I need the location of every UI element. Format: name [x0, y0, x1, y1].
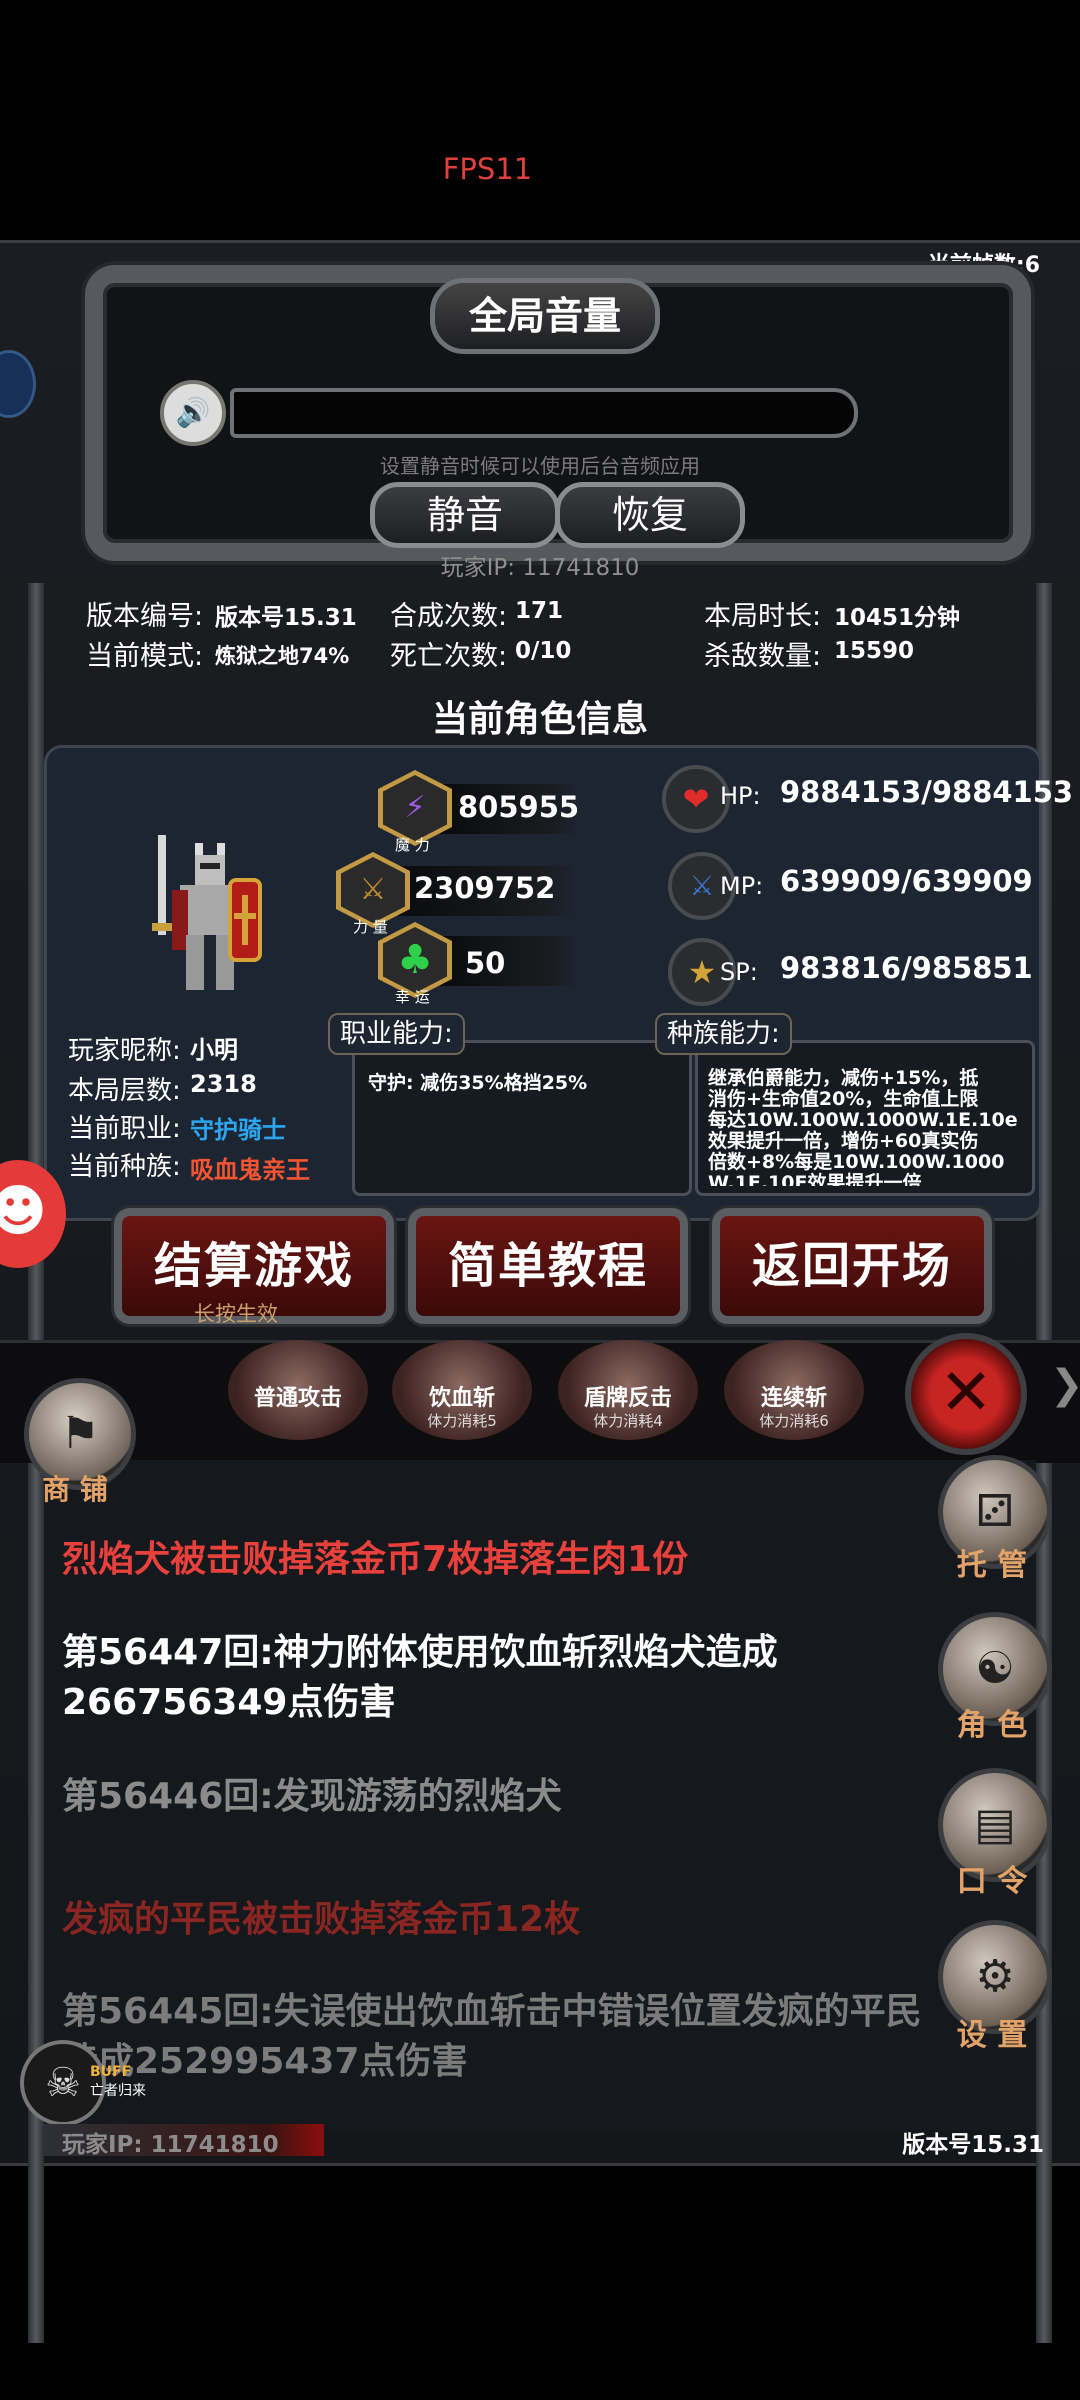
version-value: 版本号15.31	[215, 605, 357, 631]
log-entry: 第56446回:发现游荡的烈焰犬	[62, 1776, 562, 1817]
kills-value: 15590	[834, 638, 915, 664]
magic-value: 805955	[458, 790, 580, 824]
race-value: 吸血鬼亲王	[190, 1156, 310, 1184]
luck-bar	[440, 936, 580, 986]
skill-normal-attack[interactable]: 普通攻击	[228, 1340, 368, 1440]
skill-name: 盾牌反击	[583, 1386, 672, 1411]
synth-value: 171	[515, 598, 564, 624]
mp-value: 639909/639909	[780, 864, 1033, 898]
hp-value: 9884153/9884153	[780, 775, 1074, 809]
buff-tag: BUFF	[90, 2064, 132, 2080]
duration-label: 本局时长:	[704, 601, 822, 632]
restore-button[interactable]: 恢复	[555, 482, 745, 548]
settle-hint: 长按生效	[194, 1302, 278, 1326]
volume-slider[interactable]	[230, 388, 858, 438]
floor-value: 2318	[190, 1070, 257, 1098]
luck-caption: 幸 运	[395, 988, 430, 1006]
skill-blood-slash[interactable]: 饮血斩 体力消耗5	[392, 1340, 532, 1440]
player-ip-bottom: 玩家IP: 11741810	[62, 2132, 279, 2158]
tutorial-button[interactable]: 简单教程	[408, 1208, 688, 1324]
version-bottom: 版本号15.31	[902, 2132, 1044, 2158]
death-label: 死亡次数:	[390, 641, 508, 672]
mute-button[interactable]: 静音	[370, 482, 560, 548]
log-entry: 第56447回:神力附体使用饮血斩烈焰犬造成266756349点伤害	[62, 1632, 778, 1723]
buff-name: 亡者归来	[90, 2083, 146, 2099]
job-ability-text: 守护: 减伤35%格挡25%	[368, 1072, 588, 1094]
skill-cost: 体力消耗5	[427, 1412, 497, 1430]
chevron-right-icon[interactable]: ❯	[1050, 1362, 1080, 1408]
mp-label: MP:	[720, 872, 764, 900]
skill-name: 连续斩	[760, 1386, 827, 1411]
role-label[interactable]: 角 色	[940, 1700, 1044, 1744]
job-value: 守护骑士	[190, 1116, 286, 1144]
skill-combo-slash[interactable]: 连续斩 体力消耗6	[724, 1340, 864, 1440]
fps-counter: FPS11	[442, 152, 533, 186]
log-entry: 烈焰犬被击败掉落金币7枚掉落生肉1份	[62, 1539, 689, 1580]
skill-cost: 体力消耗6	[759, 1412, 829, 1430]
race-ability-text[interactable]: 继承伯爵能力，减伤+15%，抵 消伤+生命值20%，生命值上限 每达10W.10…	[708, 1068, 1028, 1186]
version-label: 版本编号:	[86, 601, 204, 632]
sp-value: 983816/985851	[780, 951, 1033, 985]
skill-shield-counter[interactable]: 盾牌反击 体力消耗4	[558, 1340, 698, 1440]
strength-caption: 力 量	[353, 918, 388, 936]
job-ability-box	[352, 1040, 692, 1196]
job-ability-title: 职业能力:	[328, 1013, 465, 1055]
luck-value: 50	[465, 946, 506, 980]
mode-label: 当前模式:	[86, 641, 204, 672]
volume-title: 全局音量	[430, 278, 660, 354]
close-icon[interactable]: ✕	[905, 1333, 1027, 1455]
code-label[interactable]: 口 令	[940, 1856, 1044, 1900]
hero-sprite	[152, 835, 262, 990]
settings-label[interactable]: 设 置	[940, 2010, 1044, 2054]
section-title: 当前角色信息	[431, 699, 648, 740]
floor-label: 本局层数:	[68, 1076, 181, 1106]
death-value: 0/10	[515, 638, 572, 664]
skill-name: 普通攻击	[253, 1386, 342, 1411]
race-label: 当前种族:	[68, 1152, 181, 1182]
synth-label: 合成次数:	[390, 601, 508, 632]
player-ip: 玩家IP: 11741810	[440, 555, 640, 581]
skill-cost: 体力消耗4	[593, 1412, 663, 1430]
skill-name: 饮血斩	[428, 1386, 495, 1411]
duration-value: 10451分钟	[834, 605, 961, 631]
nickname-label: 玩家昵称:	[68, 1036, 181, 1066]
auto-label[interactable]: 托 管	[940, 1540, 1044, 1584]
race-ability-title: 种族能力:	[655, 1013, 792, 1055]
magic-caption: 魔 力	[395, 836, 430, 854]
log-entry: 发疯的平民被击败掉落金币12枚	[62, 1899, 581, 1940]
shop-label[interactable]: 商 铺	[24, 1468, 126, 1508]
volume-hint: 设置静音时候可以使用后台音频应用	[380, 454, 700, 478]
nickname-value: 小明	[190, 1036, 238, 1064]
sp-label: SP:	[720, 958, 758, 986]
strength-value: 2309752	[414, 871, 556, 905]
kills-label: 杀敌数量:	[704, 641, 822, 672]
log-entry: 第56445回:失误使出饮血斩击中错误位置发疯的平民造成252995437点伤害	[62, 1991, 922, 2082]
speaker-icon[interactable]: 🔊	[160, 380, 226, 446]
mode-value: 炼狱之地74%	[215, 644, 350, 668]
job-label: 当前职业:	[68, 1114, 181, 1144]
hp-label: HP:	[720, 782, 761, 810]
return-start-button[interactable]: 返回开场	[712, 1208, 992, 1324]
